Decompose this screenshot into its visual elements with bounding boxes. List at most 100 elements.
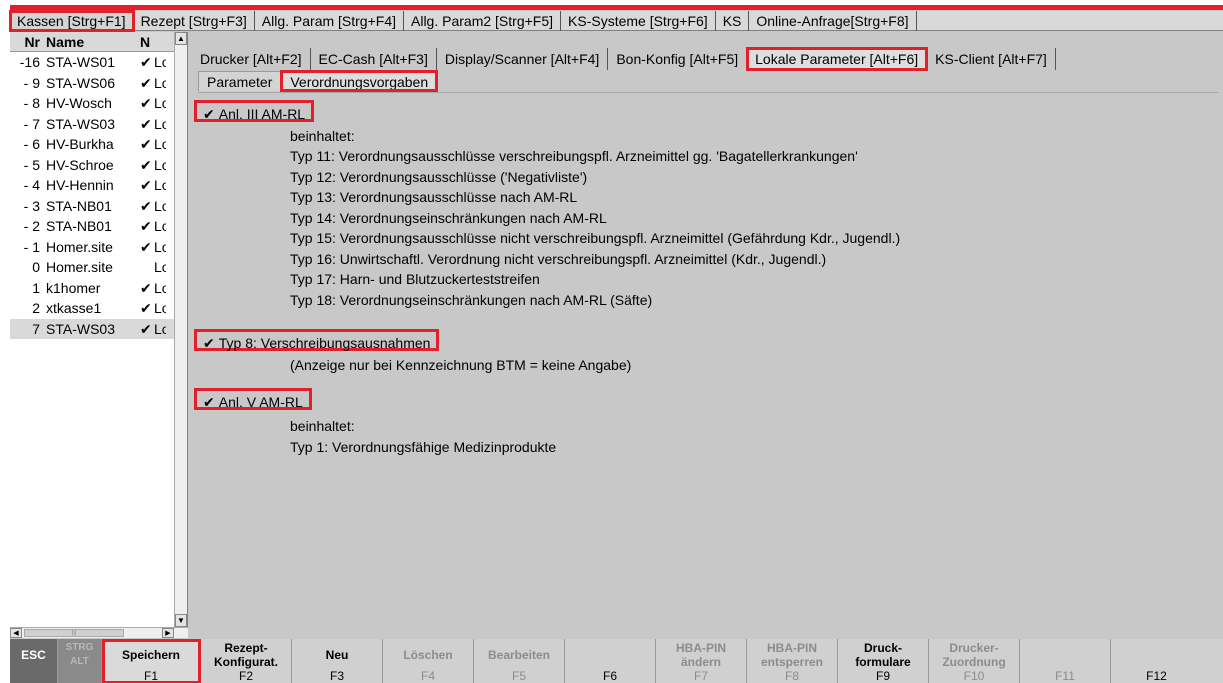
- anl3-item: Typ 15: Verordnungsausschlüsse nicht ver…: [290, 230, 901, 246]
- anl3-item: Typ 16: Unwirtschaftl. Verordnung nicht …: [290, 251, 827, 267]
- tab-rezept[interactable]: Rezept [Strg+F3]: [134, 11, 255, 31]
- strg-alt-button[interactable]: STRG ALT: [58, 639, 102, 683]
- rezept-konfigurat-button[interactable]: Rezept- Konfigurat. F2: [201, 639, 292, 683]
- check-icon: ✔: [140, 156, 152, 173]
- anl5-item: Typ 1: Verordnungsfähige Medizinprodukte: [290, 439, 557, 455]
- list-item-selected[interactable]: 7 STA-WS03 ✔Lo: [10, 318, 187, 339]
- tab-ks-client[interactable]: KS-Client [Alt+F7]: [927, 48, 1056, 70]
- list-horizontal-scrollbar[interactable]: ◀ ||| ▶: [10, 627, 188, 638]
- row-nr: 7: [32, 320, 40, 337]
- scroll-thumb[interactable]: |||: [24, 629, 124, 637]
- row-name: xtkasse1: [46, 300, 102, 316]
- header-name[interactable]: Name: [44, 32, 140, 51]
- fkey-label: Bearbeiten: [487, 648, 551, 662]
- tab-bon-konfig[interactable]: Bon-Konfig [Alt+F5]: [608, 48, 748, 70]
- fkey-label: Neu: [325, 648, 349, 662]
- header-n[interactable]: N: [140, 32, 158, 51]
- row-nr: - 2: [23, 218, 40, 234]
- list-item[interactable]: 2 xtkasse1 ✔Lo: [10, 298, 187, 319]
- row-n: Lo: [154, 74, 166, 91]
- row-name: STA-WS01: [46, 54, 115, 70]
- tab-kassen[interactable]: Kassen [Strg+F1]: [9, 10, 135, 32]
- row-n: Lo: [154, 95, 166, 111]
- list-item[interactable]: - 9 STA-WS06 ✔Lo: [10, 73, 187, 94]
- typ8-checkbox[interactable]: ✔ Typ 8: Verschreibungsausnahmen: [194, 329, 440, 351]
- anl3-item: Typ 14: Verordnungseinschränkungen nach …: [290, 210, 607, 226]
- anl5-checkbox[interactable]: ✔ Anl. V AM-RL: [194, 388, 312, 410]
- esc-button[interactable]: ESC: [10, 639, 58, 683]
- row-nr: - 8: [23, 95, 40, 111]
- fkey-number: F6: [602, 669, 617, 683]
- list-item[interactable]: - 8 HV-Wosch ✔Lo: [10, 93, 187, 114]
- sub-tab-bar: Drucker [Alt+F2] EC-Cash [Alt+F3] Displa…: [192, 47, 1056, 71]
- anl3-item: Typ 11: Verordnungsausschlüsse verschrei…: [290, 148, 858, 164]
- tab-parameter[interactable]: Parameter: [198, 71, 282, 91]
- f11-button[interactable]: F11: [1020, 639, 1111, 683]
- fkey-label: HBA-PIN entsperren: [760, 641, 824, 669]
- anl3-item: Typ 12: Verordnungsausschlüsse ('Negativ…: [290, 169, 588, 185]
- scroll-down-icon[interactable]: ▼: [175, 614, 187, 627]
- list-item[interactable]: - 4 HV-Hennin ✔Lo: [10, 175, 187, 196]
- check-icon: ✔: [140, 115, 152, 132]
- anl3-item: Typ 13: Verordnungsausschlüsse nach AM-R…: [290, 189, 578, 205]
- row-n: Lo: [154, 279, 166, 296]
- inner-tab-bar: Parameter Verordnungsvorgaben: [198, 70, 439, 92]
- list-item[interactable]: -16 STA-WS01 ✔Lo: [10, 52, 187, 73]
- check-icon: ✔: [203, 335, 215, 351]
- hba-pin-entsperren-button[interactable]: HBA-PIN entsperren F8: [747, 639, 838, 683]
- row-n: Lo: [154, 320, 166, 337]
- tab-ec-cash[interactable]: EC-Cash [Alt+F3]: [311, 48, 437, 70]
- row-name: Homer.site: [46, 259, 113, 275]
- row-name: STA-WS03: [46, 115, 115, 132]
- header-nr[interactable]: Nr: [10, 32, 44, 51]
- bearbeiten-button[interactable]: Bearbeiten F5: [474, 639, 565, 683]
- tab-ks[interactable]: KS: [716, 11, 750, 31]
- row-nr: - 5: [23, 156, 40, 173]
- row-name: STA-NB01: [46, 218, 112, 234]
- anl3-intro: beinhaltet:: [290, 128, 355, 144]
- scroll-right-icon[interactable]: ▶: [162, 628, 174, 638]
- scroll-left-icon[interactable]: ◀: [10, 628, 22, 638]
- f12-button[interactable]: F12: [1111, 639, 1202, 683]
- row-n: Lo: [154, 136, 166, 152]
- row-n: Lo: [154, 156, 166, 173]
- fkey-number: F4: [420, 669, 435, 683]
- row-nr: - 1: [23, 238, 40, 255]
- tab-display-scanner[interactable]: Display/Scanner [Alt+F4]: [437, 48, 609, 70]
- row-nr: 1: [32, 279, 40, 296]
- scroll-up-icon[interactable]: ▲: [175, 32, 187, 45]
- tab-ks-systeme[interactable]: KS-Systeme [Strg+F6]: [561, 11, 716, 31]
- list-header: Nr Name N: [10, 32, 187, 52]
- speichern-button[interactable]: Speichern F1: [102, 639, 201, 683]
- list-item[interactable]: - 3 STA-NB01 ✔Lo: [10, 196, 187, 217]
- list-item[interactable]: - 5 HV-Schroe ✔Lo: [10, 155, 187, 176]
- hba-pin-aendern-button[interactable]: HBA-PIN ändern F7: [656, 639, 747, 683]
- row-n: Lo: [154, 177, 166, 193]
- tab-verordnungsvorgaben[interactable]: Verordnungsvorgaben: [280, 70, 439, 92]
- list-item[interactable]: - 6 HV-Burkha ✔Lo: [10, 134, 187, 155]
- list-item[interactable]: - 1 Homer.site ✔Lo: [10, 237, 187, 258]
- list-item[interactable]: - 7 STA-WS03 ✔Lo: [10, 114, 187, 135]
- row-nr: 2: [32, 300, 40, 316]
- list-item[interactable]: - 2 STA-NB01 ✔Lo: [10, 216, 187, 237]
- list-vertical-scrollbar[interactable]: ▲ ▼: [174, 32, 187, 627]
- druckformulare-button[interactable]: Druck- formulare F9: [838, 639, 929, 683]
- list-item[interactable]: 1 k1homer ✔Lo: [10, 278, 187, 299]
- list-item[interactable]: 0 Homer.site Lo: [10, 257, 187, 278]
- anl3-checkbox[interactable]: ✔ Anl. III AM-RL: [194, 100, 315, 122]
- tab-drucker[interactable]: Drucker [Alt+F2]: [192, 48, 311, 70]
- f6-button[interactable]: F6: [565, 639, 656, 683]
- tab-lokale-parameter[interactable]: Lokale Parameter [Alt+F6]: [746, 47, 929, 71]
- loeschen-button[interactable]: Löschen F4: [383, 639, 474, 683]
- check-icon: ✔: [140, 177, 152, 193]
- tab-allg-param[interactable]: Allg. Param [Strg+F4]: [255, 11, 404, 31]
- fkey-number: F5: [511, 669, 526, 683]
- row-name: STA-WS06: [46, 74, 115, 91]
- row-nr: 0: [32, 259, 40, 275]
- tab-online-anfrage[interactable]: Online-Anfrage[Strg+F8]: [749, 11, 917, 31]
- drucker-zuordnung-button[interactable]: Drucker- Zuordnung F10: [929, 639, 1020, 683]
- tab-allg-param2[interactable]: Allg. Param2 [Strg+F5]: [404, 11, 562, 31]
- row-n: Lo: [154, 259, 166, 275]
- neu-button[interactable]: Neu F3: [292, 639, 383, 683]
- fkey-number: F9: [875, 669, 890, 683]
